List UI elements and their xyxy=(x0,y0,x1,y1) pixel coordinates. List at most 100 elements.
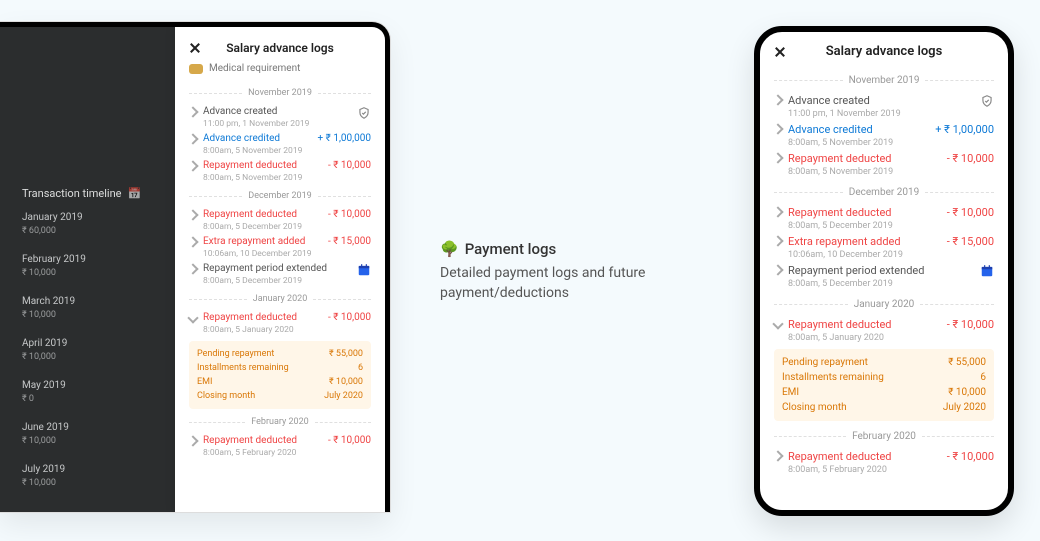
chevron-right-icon[interactable] xyxy=(772,123,783,134)
panel-subtitle: Medical requirement xyxy=(175,61,385,80)
log-row[interactable]: Advance created11:00 pm, 1 November 2019 xyxy=(189,102,371,129)
log-title: Repayment deducted xyxy=(203,435,322,446)
emi-label: EMI xyxy=(782,387,799,398)
closing-month-label: Closing month xyxy=(197,391,255,401)
log-title: Extra repayment added xyxy=(788,235,941,248)
log-amount: - ₹ 10,000 xyxy=(947,318,994,331)
log-title: Repayment deducted xyxy=(788,152,941,165)
log-timestamp: 8:00am, 5 November 2019 xyxy=(788,167,941,177)
chevron-right-icon[interactable] xyxy=(772,235,783,246)
log-row[interactable]: Repayment period extended8:00am, 5 Decem… xyxy=(189,259,371,286)
emi-label: EMI xyxy=(197,377,212,387)
log-amount: - ₹ 15,000 xyxy=(328,236,371,247)
chevron-right-icon[interactable] xyxy=(772,450,783,461)
pending-repayment-value: ₹ 55,000 xyxy=(329,349,363,359)
pending-repayment-value: ₹ 55,000 xyxy=(948,357,986,368)
closing-month-value: July 2020 xyxy=(943,402,986,413)
closing-month-value: July 2020 xyxy=(324,391,363,401)
log-title: Repayment period extended xyxy=(788,264,974,277)
tree-icon: 🌳 xyxy=(440,240,459,258)
chevron-right-icon[interactable] xyxy=(187,209,198,220)
log-title: Repayment period extended xyxy=(203,263,351,274)
chevron-right-icon[interactable] xyxy=(772,94,783,105)
log-amount: - ₹ 10,000 xyxy=(328,209,371,220)
shield-icon xyxy=(980,94,994,108)
log-row[interactable]: Repayment deducted8:00am, 5 November 201… xyxy=(189,156,371,183)
log-timestamp: 10:06am, 10 December 2019 xyxy=(203,249,322,259)
close-icon[interactable] xyxy=(189,42,201,54)
marketing-caption: 🌳 Payment logs Detailed payment logs and… xyxy=(440,240,700,303)
log-amount: + ₹ 1,00,000 xyxy=(318,133,371,144)
log-row[interactable]: Repayment deducted 8:00am, 5 November 201… xyxy=(774,148,994,177)
shield-icon xyxy=(357,106,371,120)
log-row[interactable]: Repayment period extended 8:00am, 5 Decem… xyxy=(774,260,994,289)
log-row[interactable]: Repayment deducted 8:00am, 5 February 202… xyxy=(189,431,371,458)
installments-remaining-label: Installments remaining xyxy=(197,363,289,373)
log-timestamp: 8:00am, 5 November 2019 xyxy=(203,146,312,156)
log-title: Advance credited xyxy=(788,123,929,136)
installments-remaining-value: 6 xyxy=(980,372,986,383)
chevron-right-icon[interactable] xyxy=(187,236,198,247)
log-timestamp: 8:00am, 5 February 2020 xyxy=(203,448,322,458)
month-divider: December 2019 xyxy=(774,187,994,198)
emi-value: ₹ 10,000 xyxy=(948,387,986,398)
mobile-panel-title: Salary advance logs xyxy=(794,44,974,59)
chevron-right-icon[interactable] xyxy=(772,264,783,275)
log-timestamp: 8:00am, 5 November 2019 xyxy=(788,138,929,148)
chevron-down-icon[interactable] xyxy=(772,318,783,329)
log-row[interactable]: Repayment deducted8:00am, 5 December 201… xyxy=(189,205,371,232)
log-row[interactable]: Extra repayment added 10:06am, 10 Decembe… xyxy=(189,232,371,259)
log-row[interactable]: Repayment deducted 8:00am, 5 December 201… xyxy=(774,202,994,231)
log-amount: - ₹ 10,000 xyxy=(328,312,371,323)
installments-remaining-label: Installments remaining xyxy=(782,372,884,383)
log-title: Repayment deducted xyxy=(203,312,322,323)
desktop-mock: Transaction timeline 📅 January 2019 ₹ 60… xyxy=(0,22,390,512)
log-amount: - ₹ 10,000 xyxy=(947,450,994,463)
chevron-right-icon[interactable] xyxy=(187,435,198,446)
log-row[interactable]: Advance credited 8:00am, 5 November 2019 +… xyxy=(774,119,994,148)
chevron-right-icon[interactable] xyxy=(187,263,198,274)
close-icon[interactable] xyxy=(774,46,786,58)
chevron-right-icon[interactable] xyxy=(772,206,783,217)
chevron-right-icon[interactable] xyxy=(187,133,198,144)
closing-month-label: Closing month xyxy=(782,402,847,413)
month-divider: February 2020 xyxy=(774,431,994,442)
log-timestamp: 11:00 pm, 1 November 2019 xyxy=(788,109,974,119)
log-row[interactable]: Repayment deducted8:00am, 5 February 202… xyxy=(774,446,994,475)
log-amount: - ₹ 10,000 xyxy=(947,152,994,165)
log-title: Advance created xyxy=(788,94,974,107)
salary-advance-panel: Salary advance logs Medical requirement … xyxy=(175,27,385,512)
caption-body: Detailed payment logs and future payment… xyxy=(440,264,700,303)
log-amount: + ₹ 1,00,000 xyxy=(935,123,994,136)
chevron-right-icon[interactable] xyxy=(772,152,783,163)
month-divider: December 2019 xyxy=(189,191,371,201)
month-divider: November 2019 xyxy=(774,75,994,86)
chevron-right-icon[interactable] xyxy=(187,160,198,171)
log-amount: - ₹ 10,000 xyxy=(328,160,371,171)
log-timestamp: 8:00am, 5 December 2019 xyxy=(788,279,974,289)
chevron-down-icon[interactable] xyxy=(187,312,198,323)
log-amount: - ₹ 10,000 xyxy=(328,435,371,446)
month-divider: February 2020 xyxy=(189,417,371,427)
pending-repayment-label: Pending repayment xyxy=(197,349,274,359)
log-amount: - ₹ 10,000 xyxy=(947,206,994,219)
log-title: Repayment deducted xyxy=(788,318,941,331)
log-title: Extra repayment added xyxy=(203,236,322,247)
month-divider: January 2020 xyxy=(774,299,994,310)
log-row[interactable]: Extra repayment added10:06am, 10 Decembe… xyxy=(774,231,994,260)
month-divider: November 2019 xyxy=(189,88,371,98)
medical-icon xyxy=(189,64,203,74)
log-row[interactable]: Advance created 11:00 pm, 1 November 2019 xyxy=(774,90,994,119)
log-row[interactable]: Advance credited 8:00am, 5 November 2019 +… xyxy=(189,129,371,156)
log-timestamp: 11:00 pm, 1 November 2019 xyxy=(203,119,351,129)
expanded-details: Pending repayment ₹ 55,000 Installments r… xyxy=(189,341,371,409)
log-title: Advance credited xyxy=(203,133,312,144)
log-row[interactable]: Repayment deducted8:00am, 5 January 2020… xyxy=(189,308,371,335)
log-amount: - ₹ 15,000 xyxy=(947,235,994,248)
installments-remaining-value: 6 xyxy=(358,363,363,373)
panel-title: Salary advance logs xyxy=(209,41,351,55)
log-timestamp: 8:00am, 5 December 2019 xyxy=(788,221,941,231)
chevron-right-icon[interactable] xyxy=(187,106,198,117)
log-title: Repayment deducted xyxy=(788,206,941,219)
log-row[interactable]: Repayment deducted8:00am, 5 January 2020… xyxy=(774,314,994,343)
